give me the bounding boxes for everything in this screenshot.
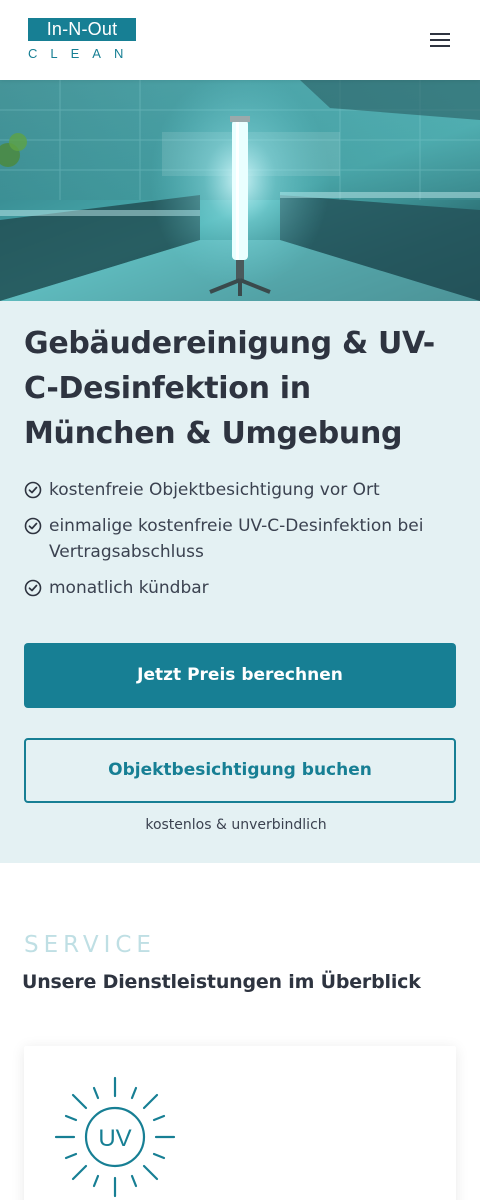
calculate-price-button[interactable]: Jetzt Preis berechnen — [24, 643, 456, 708]
hero-section: Gebäudereinigung & UV-C-Desinfektion in … — [0, 301, 480, 863]
check-circle-icon — [24, 517, 42, 535]
uv-sun-icon: UV — [54, 1076, 176, 1198]
feature-text: kostenfreie Objektbesichtigung vor Ort — [49, 480, 380, 500]
hero-image — [0, 80, 480, 301]
hamburger-menu-icon[interactable] — [426, 28, 454, 52]
services-heading: Unsere Dienstleistungen im Überblick — [22, 971, 421, 993]
logo[interactable]: In-N-Out CLEAN — [28, 18, 136, 62]
check-circle-icon — [24, 481, 42, 499]
logo-sub-text: CLEAN — [28, 46, 137, 61]
services-eyebrow: SERVICE — [24, 932, 156, 958]
feature-text: einmalige kostenfreie UV-C-Desinfektion … — [49, 516, 424, 562]
button-note: kostenlos & unverbindlich — [145, 817, 327, 833]
feature-item: einmalige kostenfreie UV-C-Desinfektion … — [24, 513, 454, 565]
uv-icon-text: UV — [98, 1125, 131, 1152]
uv-lamp-kitchen-image — [0, 80, 480, 301]
logo-main-text: In-N-Out — [28, 18, 136, 41]
feature-text: monatlich kündbar — [49, 578, 209, 598]
check-circle-icon — [24, 579, 42, 597]
feature-item: monatlich kündbar — [24, 575, 454, 601]
feature-item: kostenfreie Objektbesichtigung vor Ort — [24, 477, 454, 503]
hero-title: Gebäudereinigung & UV-C-Desinfektion in … — [24, 326, 435, 451]
book-inspection-button[interactable]: Objektbesichtigung buchen — [24, 738, 456, 803]
service-card[interactable]: UV — [24, 1046, 456, 1200]
site-header: In-N-Out CLEAN — [0, 0, 480, 80]
feature-list: kostenfreie Objektbesichtigung vor Ort e… — [24, 477, 454, 611]
